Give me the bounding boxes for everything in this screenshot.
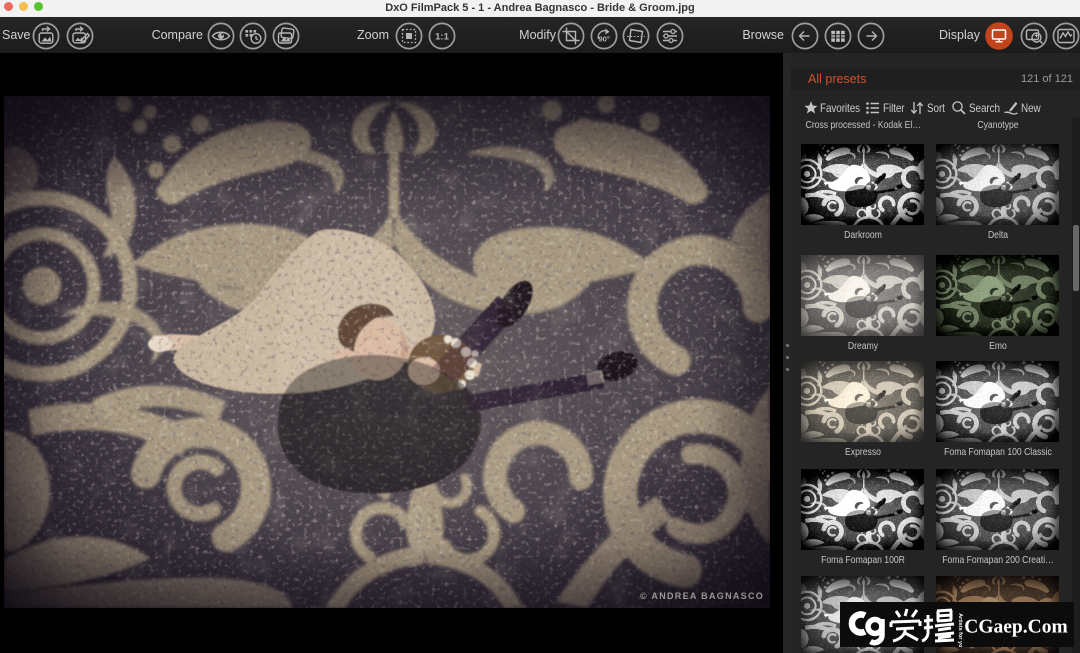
- svg-text:90°: 90°: [598, 35, 609, 44]
- svg-text:CGaep.Com: CGaep.Com: [964, 617, 1067, 638]
- svg-text:Artists for you: Artists for you: [957, 613, 963, 647]
- svg-text:1:1: 1:1: [435, 32, 449, 43]
